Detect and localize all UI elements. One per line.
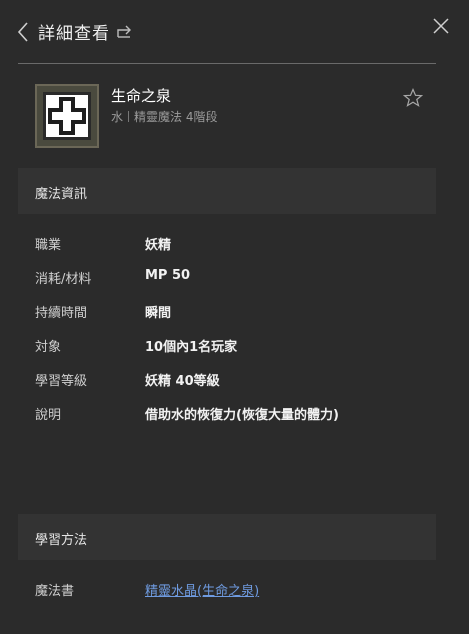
item-name: 生命之泉 <box>111 87 172 105</box>
item-icon <box>35 84 99 148</box>
header: 詳細查看 <box>0 0 469 64</box>
row-label: 対象 <box>35 340 62 355</box>
row-value: 妖精 <box>145 238 172 253</box>
info-row-description: 說明 借助水的恢復力(恢復大量的體力) <box>35 404 435 424</box>
learn-method-title: 學習方法 <box>35 533 88 548</box>
subtitle-separator <box>128 111 130 122</box>
share-icon <box>117 25 131 38</box>
star-outline-icon <box>402 87 424 107</box>
row-value: 10個內1名玩家 <box>145 340 238 355</box>
learn-method-section-header: 學習方法 <box>18 514 436 560</box>
info-row-class: 職業 妖精 <box>35 234 435 254</box>
row-label: 魔法書 <box>35 584 75 599</box>
magic-info-section-header: 魔法資訊 <box>18 168 436 214</box>
favorite-button[interactable] <box>402 87 424 108</box>
item-subtitle: 水精靈魔法 4階段 <box>111 108 217 125</box>
row-value: 妖精 40等級 <box>145 374 220 389</box>
page-title: 詳細查看 <box>38 24 110 44</box>
spellbook-link[interactable]: 精靈水晶(生命之泉) <box>145 580 259 599</box>
heal-cross-icon <box>43 92 91 140</box>
back-button[interactable] <box>16 21 32 43</box>
row-label: 消耗/材料 <box>35 272 92 287</box>
chevron-left-icon <box>17 22 28 42</box>
close-button[interactable] <box>432 17 450 35</box>
row-label: 說明 <box>35 408 62 423</box>
row-value: 借助水的恢復力(恢復大量的體力) <box>145 408 339 423</box>
row-label: 持續時間 <box>35 306 88 321</box>
magic-info-title: 魔法資訊 <box>35 187 88 202</box>
close-icon <box>433 18 449 34</box>
row-label: 學習等級 <box>35 374 88 389</box>
info-row-target: 対象 10個內1名玩家 <box>35 336 435 356</box>
learn-method-row: 魔法書 精靈水晶(生命之泉) <box>35 580 435 600</box>
header-divider <box>18 63 436 64</box>
share-button[interactable] <box>115 21 135 41</box>
info-row-level: 學習等級 妖精 40等級 <box>35 370 435 390</box>
item-category: 精靈魔法 4階段 <box>134 110 218 124</box>
detail-page: 詳細查看 生命之泉 水精靈魔法 4階段 魔法資訊 職業 妖精 消耗/材料 MP … <box>0 0 469 634</box>
row-value: 瞬間 <box>145 306 172 321</box>
info-row-cost: 消耗/材料 MP 50 <box>35 268 435 288</box>
item-element: 水 <box>111 110 124 124</box>
row-label: 職業 <box>35 238 62 253</box>
row-value: MP 50 <box>145 268 191 283</box>
info-row-duration: 持續時間 瞬間 <box>35 302 435 322</box>
